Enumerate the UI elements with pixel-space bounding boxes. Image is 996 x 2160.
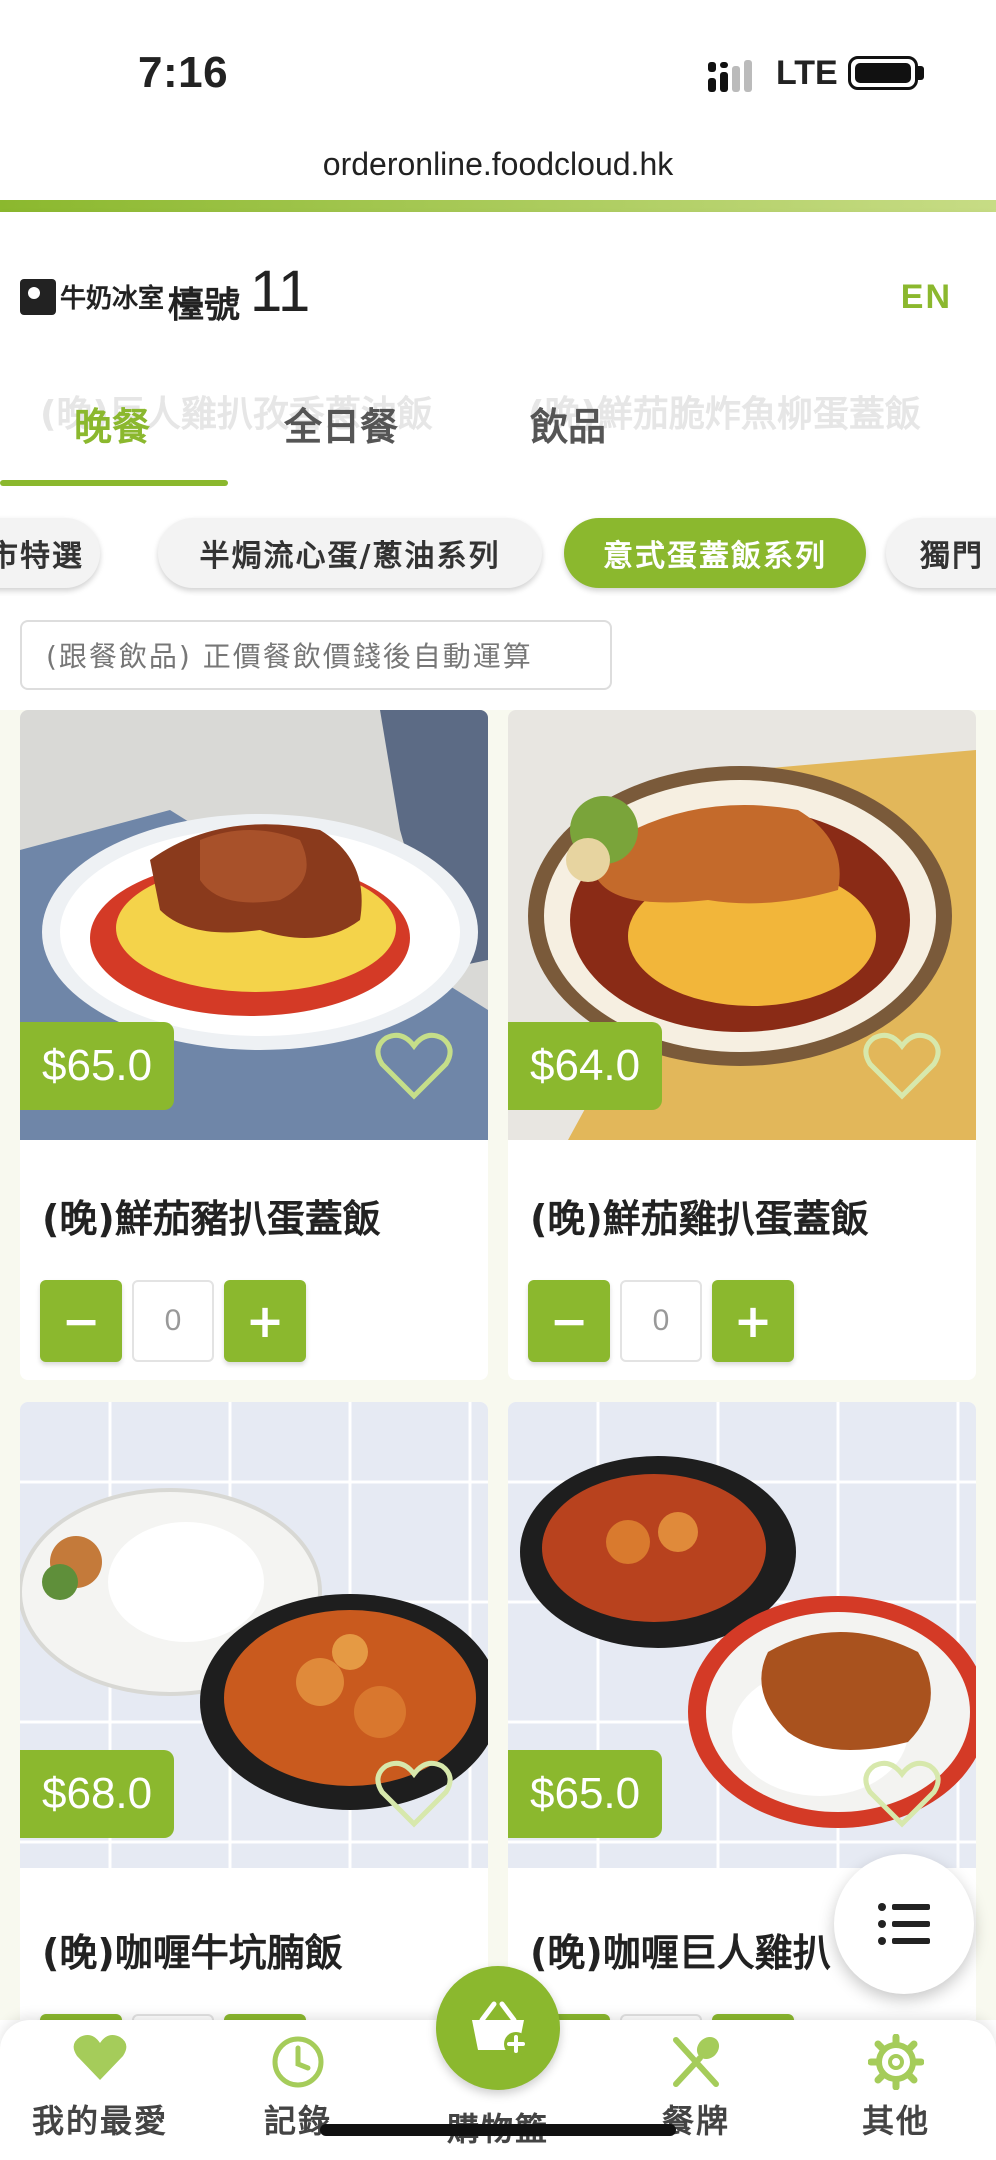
- tab-all-day[interactable]: 全日餐: [284, 396, 398, 451]
- item-name: (晚)咖喱牛坑腩飯: [42, 1931, 343, 1975]
- menu-item-card[interactable]: $64.0 (晚)鮮茄雞扒蛋蓋飯 − 0 +: [508, 710, 976, 1380]
- food-image: $65.0: [508, 1402, 976, 1868]
- quantity-value[interactable]: 0: [620, 1280, 702, 1362]
- price-badge: $68.0: [20, 1750, 175, 1838]
- cart-button[interactable]: [436, 1966, 560, 2090]
- menu-item-grid: $65.0 (晚)鮮茄豬扒蛋蓋飯 − 0 + $64.0 (晚)鮮茄雞扒蛋蓋飯 …: [0, 710, 996, 2020]
- price-badge: $64.0: [508, 1022, 663, 1110]
- item-name: (晚)鮮茄雞扒蛋蓋飯: [530, 1197, 869, 1241]
- tab-drinks[interactable]: 飲品: [530, 396, 606, 451]
- nav-other[interactable]: 其他: [816, 2034, 976, 2142]
- category-list-button[interactable]: [834, 1854, 974, 1994]
- drink-pricing-notice: (跟餐飲品) 正價餐飲價錢後自動運算: [20, 620, 612, 690]
- nav-cart-label-wrap[interactable]: 購物籃: [418, 2092, 578, 2150]
- battery-icon: [848, 56, 918, 90]
- decrease-quantity-button[interactable]: −: [40, 1280, 122, 1362]
- list-icon: [878, 1903, 930, 1945]
- app-header: 牛奶冰室 檯號 11 EN: [0, 212, 996, 366]
- active-tab-indicator: [0, 480, 228, 486]
- favorite-heart-icon[interactable]: [862, 1032, 942, 1102]
- home-indicator: [320, 2124, 676, 2136]
- nav-favorites[interactable]: 我的最愛: [20, 2034, 180, 2142]
- nav-label: 其他: [861, 2102, 930, 2140]
- food-image: $68.0: [20, 1402, 488, 1868]
- table-number: 11: [250, 259, 311, 324]
- brand-logo: 牛奶冰室: [20, 278, 164, 315]
- status-time: 7:16: [138, 48, 229, 97]
- page-load-bar: [0, 200, 996, 212]
- nav-label: 我的最愛: [31, 2102, 168, 2140]
- battery-tip: [918, 66, 924, 80]
- food-image: $64.0: [508, 710, 976, 1140]
- increase-quantity-button[interactable]: +: [712, 1280, 794, 1362]
- url-bar[interactable]: orderonline.foodcloud.hk: [0, 146, 996, 183]
- language-toggle-button[interactable]: EN: [901, 278, 952, 317]
- category-chips: 市特選 半焗流心蛋/蔥油系列 意式蛋蓋飯系列 獨門: [0, 508, 996, 596]
- basket-icon: [472, 2001, 528, 2056]
- quantity-stepper: − 0 +: [40, 1280, 306, 1362]
- decrease-quantity-button[interactable]: −: [528, 1280, 610, 1362]
- category-chip-italian-omelette[interactable]: 意式蛋蓋飯系列: [564, 518, 866, 588]
- increase-quantity-button[interactable]: +: [224, 1280, 306, 1362]
- quantity-value[interactable]: 0: [132, 1280, 214, 1362]
- item-name: (晚)鮮茄豬扒蛋蓋飯: [42, 1197, 381, 1241]
- price-badge: $65.0: [20, 1022, 175, 1110]
- meal-tabs: (晚)巨人雞扒孜香蔥油飯 (晚)鮮茄脆炸魚柳蛋蓋飯 晚餐 全日餐 飲品: [0, 366, 996, 490]
- item-name: (晚)咖喱巨人雞扒: [530, 1931, 831, 1975]
- network-type: LTE: [776, 54, 838, 92]
- favorite-heart-icon[interactable]: [374, 1032, 454, 1102]
- table-label: 檯號: [168, 285, 241, 326]
- favorite-heart-icon[interactable]: [862, 1760, 942, 1830]
- quantity-stepper: − 0 +: [528, 1280, 794, 1362]
- menu-item-card[interactable]: $68.0 (晚)咖喱牛坑腩飯 − 0 +: [20, 1402, 488, 2020]
- utensils-icon: [673, 2036, 720, 2087]
- menu-item-card[interactable]: $65.0 (晚)鮮茄豬扒蛋蓋飯 − 0 +: [20, 710, 488, 1380]
- tab-dinner[interactable]: 晚餐: [74, 396, 150, 451]
- category-chip-signature[interactable]: 獨門: [886, 518, 996, 588]
- logo-text: 牛奶冰室: [60, 284, 165, 314]
- cow-logo-icon: [20, 278, 56, 315]
- clock-icon: [272, 2036, 324, 2088]
- food-image: $65.0: [20, 710, 488, 1140]
- status-bar: 7:16 LTE orderonline.foodcloud.hk: [0, 0, 996, 212]
- heart-icon: [73, 2035, 127, 2080]
- signal-icon: [708, 60, 752, 92]
- price-badge: $65.0: [508, 1750, 663, 1838]
- favorite-heart-icon[interactable]: [374, 1760, 454, 1830]
- gear-icon: [868, 2034, 924, 2090]
- category-chip-egg-scallion[interactable]: 半焗流心蛋/蔥油系列: [158, 518, 542, 588]
- category-chip-city-special[interactable]: 市特選: [0, 518, 100, 588]
